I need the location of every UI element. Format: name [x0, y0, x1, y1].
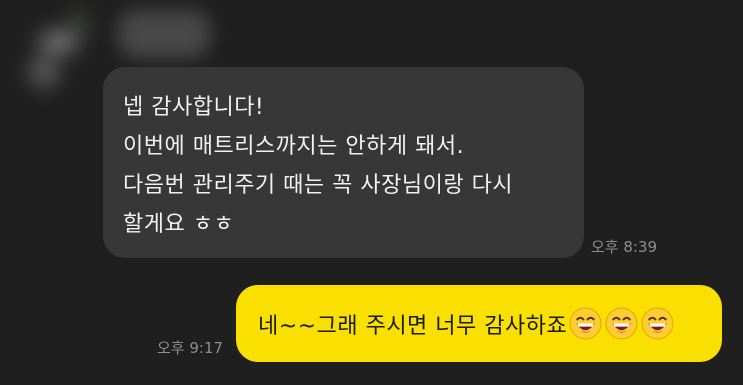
outgoing-message-time: 오후 9:17: [157, 339, 224, 357]
incoming-message-line: 다음번 관리주기 때는 꼭 사장님이랑 다시: [123, 173, 514, 198]
incoming-message-line: 넵 감사합니다!: [123, 95, 265, 120]
outgoing-message-text: 네~~그래 주시면 너무 감사하죠: [258, 313, 568, 339]
emoji-group: [569, 307, 674, 340]
laughing-face-icon: [569, 307, 602, 340]
incoming-message-bubble[interactable]: 넵 감사합니다! 이번에 매트리스까지는 안하게 돼서. 다음번 관리주기 때는…: [103, 67, 584, 258]
outgoing-message-bubble[interactable]: 네~~그래 주시면 너무 감사하죠: [236, 285, 722, 362]
incoming-message-line: 이번에 매트리스까지는 안하게 돼서.: [123, 134, 465, 159]
chat-room: 넵 감사합니다! 이번에 매트리스까지는 안하게 돼서. 다음번 관리주기 때는…: [0, 0, 743, 385]
sender-avatar[interactable]: [4, 2, 102, 102]
incoming-message-line: 할게요 ㅎㅎ: [123, 212, 235, 237]
sender-name: [118, 10, 210, 58]
incoming-message-time: 오후 8:39: [591, 238, 658, 256]
laughing-face-icon: [605, 307, 638, 340]
laughing-face-icon: [641, 307, 674, 340]
